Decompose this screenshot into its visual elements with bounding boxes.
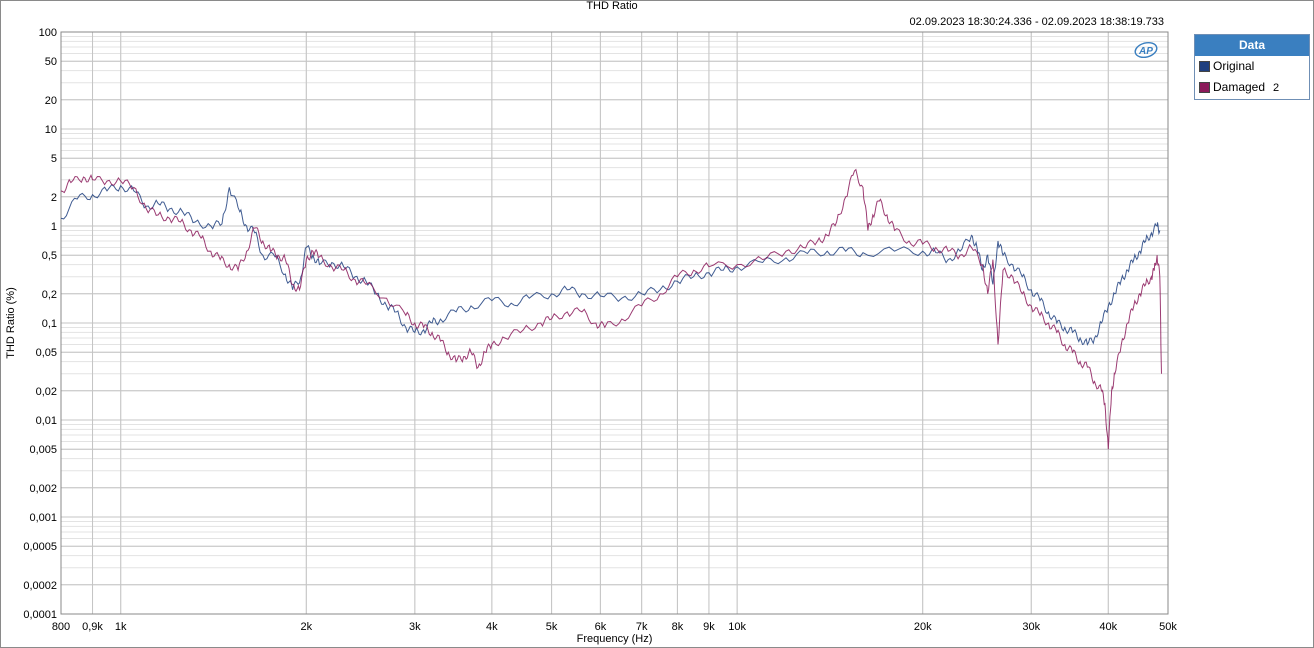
x-tick-label: 1k [115,621,127,633]
y-tick-label: 0,01 [36,415,57,427]
x-tick-label: 10k [728,621,746,633]
x-tick-label: 8k [672,621,684,633]
y-tick-label: 0,002 [29,483,57,495]
x-tick-label: 0,9k [82,621,103,633]
y-tick-label: 100 [39,27,57,39]
x-tick-label: 20k [914,621,932,633]
legend-swatch-damaged [1199,82,1210,93]
y-tick-label: 0,0001 [23,609,57,621]
y-tick-label: 2 [51,192,57,204]
x-axis-label: Frequency (Hz) [577,633,653,645]
legend-swatch-original [1199,61,1210,72]
x-tick-label: 4k [486,621,498,633]
chart-svg: 800 0,9k 1k 2k 3k 4k 5k 6k 7k 8k 9k 10k 20k 30k 40k 50k… [5,27,1177,645]
x-tick-label: 7k [636,621,648,633]
svg-text:AP: AP [1138,46,1153,57]
y-tick-label: 0,05 [36,347,57,359]
x-tick-label: 9k [703,621,715,633]
y-tick-label: 0,02 [36,386,57,398]
x-tick-label: 6k [595,621,607,633]
y-tick-label: 0,005 [29,444,57,456]
legend-suffix-damaged: 2 [1273,82,1280,94]
x-tick-label: 5k [546,621,558,633]
y-tick-label: 50 [45,56,57,68]
y-tick-label: 10 [45,124,57,136]
y-axis-label: THD Ratio (%) [5,287,17,359]
x-tick-label: 800 [52,621,70,633]
legend-label-damaged: Damaged [1213,80,1266,94]
legend-item-damaged[interactable]: Damaged 2 [1195,77,1309,98]
legend-item-original[interactable]: Original [1195,56,1309,77]
y-tick-label: 0,0005 [23,541,57,553]
y-tick-label: 1 [51,221,57,233]
legend-title: Data [1195,35,1309,56]
x-tick-label: 50k [1159,621,1177,633]
y-tick-label: 0,1 [42,318,57,330]
y-tick-label: 0,0002 [23,580,57,592]
legend-label-original: Original [1213,59,1255,73]
x-tick-label: 40k [1099,621,1117,633]
y-tick-label: 0,5 [42,250,57,262]
x-tick-label: 2k [300,621,312,633]
y-tick-label: 20 [45,95,57,107]
x-tick-label: 30k [1022,621,1040,633]
y-tick-label: 0,001 [29,512,57,524]
x-tick-label: 3k [409,621,421,633]
legend[interactable]: Data Original Damaged 2 [1194,34,1310,100]
y-tick-label: 0,2 [42,289,57,301]
y-tick-label: 5 [51,153,57,165]
